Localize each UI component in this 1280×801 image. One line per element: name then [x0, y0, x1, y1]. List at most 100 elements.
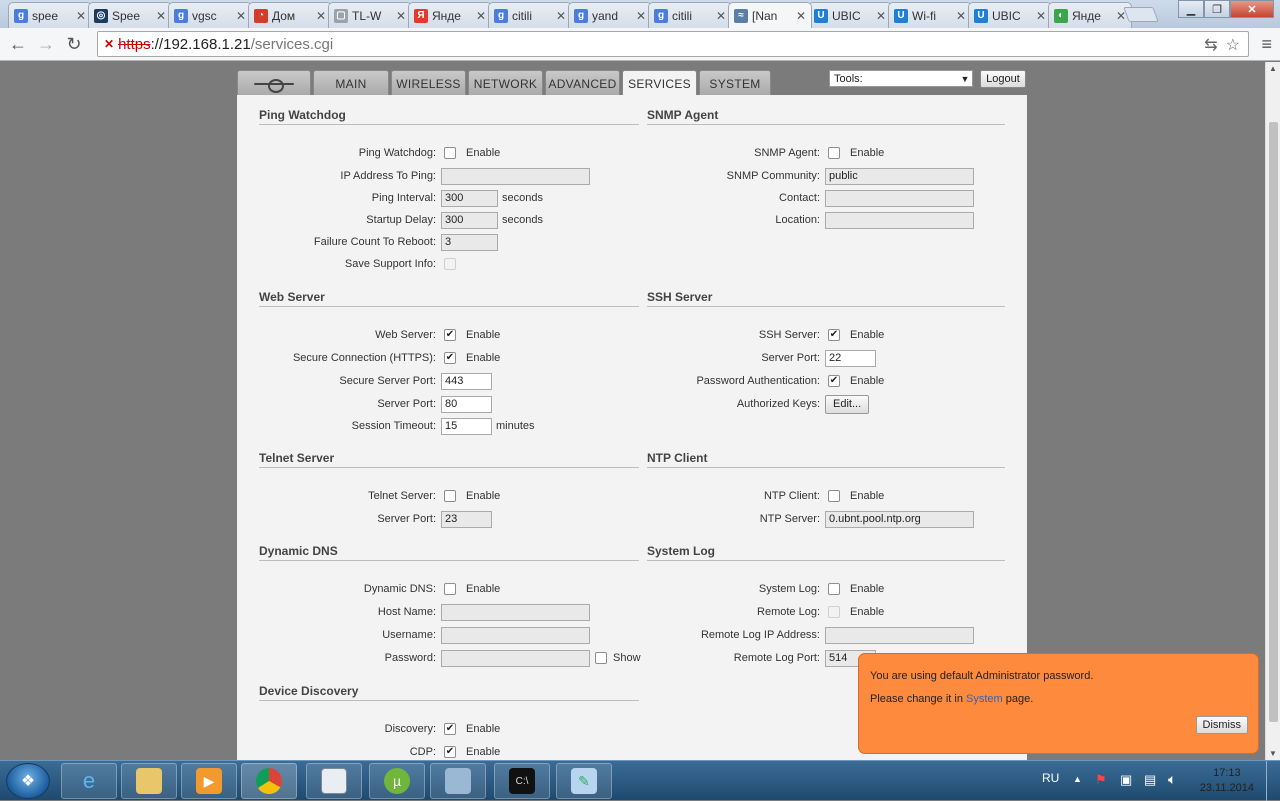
taskbar-explorer[interactable]: [121, 763, 177, 799]
network-icon[interactable]: ▤: [1144, 772, 1156, 788]
taskbar-chrome[interactable]: [241, 763, 297, 799]
volume-icon[interactable]: 🔈︎: [1168, 771, 1176, 788]
back-button[interactable]: ←: [6, 33, 30, 55]
session-timeout-input[interactable]: 15: [441, 417, 492, 435]
ddns-username-input[interactable]: [441, 626, 590, 644]
password-auth-checkbox[interactable]: ✔: [828, 375, 840, 387]
browser-tab[interactable]: U UBIC ✕: [808, 2, 892, 28]
start-button[interactable]: ❖: [6, 763, 50, 799]
ddns-checkbox[interactable]: [444, 583, 456, 595]
show-desktop-button[interactable]: [1266, 761, 1280, 801]
taskbar-network-tool[interactable]: [430, 763, 486, 799]
action-center-icon[interactable]: ⚑: [1095, 772, 1107, 788]
tools-select[interactable]: Tools: ▼: [829, 70, 973, 87]
remote-log-ip-input[interactable]: [825, 626, 974, 644]
notice-system-link[interactable]: System: [966, 693, 1003, 705]
tab-close-icon[interactable]: ✕: [796, 9, 806, 23]
taskbar-ie[interactable]: e: [61, 763, 117, 799]
ddns-password-input[interactable]: [441, 649, 590, 667]
tab-close-icon[interactable]: ✕: [636, 9, 646, 23]
browser-tab[interactable]: ≈ [Nan ✕: [728, 2, 812, 28]
scroll-down-icon[interactable]: ▼: [1269, 749, 1277, 758]
scroll-up-icon[interactable]: ▲: [1269, 64, 1277, 73]
edit-keys-button[interactable]: Edit...: [825, 394, 870, 414]
tab-close-icon[interactable]: ✕: [156, 9, 166, 23]
ddns-host-input[interactable]: [441, 603, 590, 621]
telnet-port-input[interactable]: 23: [441, 510, 492, 528]
tab-close-icon[interactable]: ✕: [716, 9, 726, 23]
close-window-button[interactable]: ✕: [1230, 0, 1274, 18]
browser-tab[interactable]: g vgsc ✕: [168, 2, 252, 28]
tab-close-icon[interactable]: ✕: [316, 9, 326, 23]
discovery-checkbox[interactable]: ✔: [444, 723, 456, 735]
cdp-checkbox[interactable]: ✔: [444, 746, 456, 758]
tab-close-icon[interactable]: ✕: [556, 9, 566, 23]
nav-network[interactable]: NETWORK: [468, 70, 543, 96]
nav-advanced[interactable]: ADVANCED: [545, 70, 620, 96]
browser-tab[interactable]: U Wi-fi ✕: [888, 2, 972, 28]
ssh-server-checkbox[interactable]: ✔: [828, 329, 840, 341]
system-clock[interactable]: 17:13 23.11.2014: [1200, 766, 1254, 796]
browser-tab[interactable]: ◎ Spee ✕: [88, 2, 172, 28]
snmp-location-input[interactable]: [825, 211, 974, 229]
ssh-port-input[interactable]: 22: [825, 349, 876, 367]
language-indicator[interactable]: RU: [1042, 771, 1059, 785]
browser-tab[interactable]: Я Янде ✕: [408, 2, 492, 28]
web-server-checkbox[interactable]: ✔: [444, 329, 456, 341]
ping-ip-input[interactable]: [441, 167, 590, 185]
tab-close-icon[interactable]: ✕: [476, 9, 486, 23]
browser-tab[interactable]: g spee ✕: [8, 2, 92, 28]
snmp-community-input[interactable]: public: [825, 167, 974, 185]
nav-system[interactable]: SYSTEM: [699, 70, 771, 96]
new-tab-button[interactable]: [1123, 7, 1159, 22]
minimize-button[interactable]: ▁: [1178, 0, 1204, 18]
browser-tab[interactable]: g citili ✕: [648, 2, 732, 28]
taskbar-document[interactable]: [306, 763, 362, 799]
browser-tab[interactable]: ◐ Янде ✕: [1048, 2, 1132, 28]
startup-delay-input[interactable]: 300: [441, 211, 498, 229]
nav-main[interactable]: MAIN: [313, 70, 389, 96]
ping-interval-input[interactable]: 300: [441, 189, 498, 207]
translate-icon[interactable]: ⇆: [1204, 35, 1217, 55]
tab-close-icon[interactable]: ✕: [236, 9, 246, 23]
web-port-input[interactable]: 80: [441, 395, 492, 413]
scrollbar-thumb[interactable]: [1269, 122, 1278, 722]
browser-tab[interactable]: ▢ TL-W ✕: [328, 2, 412, 28]
secure-port-input[interactable]: 443: [441, 372, 492, 390]
reload-button[interactable]: ↻: [62, 33, 86, 55]
logout-button[interactable]: Logout: [980, 70, 1026, 88]
bookmark-star-icon[interactable]: ☆: [1226, 35, 1240, 55]
snmp-contact-input[interactable]: [825, 189, 974, 207]
tab-close-icon[interactable]: ✕: [76, 9, 86, 23]
tab-close-icon[interactable]: ✕: [396, 9, 406, 23]
tray-app-icon[interactable]: ▣: [1120, 772, 1132, 788]
taskbar-cmd[interactable]: C:\: [494, 763, 550, 799]
tray-expand-icon[interactable]: ▲: [1073, 774, 1082, 784]
page-scrollbar[interactable]: ▲ ▼: [1265, 62, 1280, 760]
taskbar-utorrent[interactable]: µ: [369, 763, 425, 799]
dismiss-button[interactable]: Dismiss: [1195, 716, 1248, 734]
telnet-server-checkbox[interactable]: [444, 490, 456, 502]
tab-close-icon[interactable]: ✕: [1036, 9, 1046, 23]
browser-tab[interactable]: g citili ✕: [488, 2, 572, 28]
system-log-checkbox[interactable]: [828, 583, 840, 595]
https-checkbox[interactable]: ✔: [444, 352, 456, 364]
taskbar-paint[interactable]: ✎: [556, 763, 612, 799]
taskbar-media-player[interactable]: ▶: [181, 763, 237, 799]
browser-tab[interactable]: ◔ Дом ✕: [248, 2, 332, 28]
browser-tab[interactable]: U UBIC ✕: [968, 2, 1052, 28]
browser-tab[interactable]: g yand ✕: [568, 2, 652, 28]
tab-close-icon[interactable]: ✕: [956, 9, 966, 23]
ntp-server-input[interactable]: 0.ubnt.pool.ntp.org: [825, 510, 974, 528]
tab-close-icon[interactable]: ✕: [876, 9, 886, 23]
ping-watchdog-checkbox[interactable]: [444, 147, 456, 159]
snmp-agent-checkbox[interactable]: [828, 147, 840, 159]
chrome-menu-icon[interactable]: ≡: [1261, 34, 1272, 55]
remote-log-checkbox[interactable]: [828, 606, 840, 618]
failure-count-input[interactable]: 3: [441, 233, 498, 251]
maximize-button[interactable]: ❐: [1204, 0, 1230, 18]
nav-wireless[interactable]: WIRELESS: [391, 70, 466, 96]
ntp-client-checkbox[interactable]: [828, 490, 840, 502]
nav-services[interactable]: SERVICES: [622, 70, 697, 97]
address-bar[interactable]: ✕ https://192.168.1.21/services.cgi ⇆ ☆: [97, 31, 1249, 57]
